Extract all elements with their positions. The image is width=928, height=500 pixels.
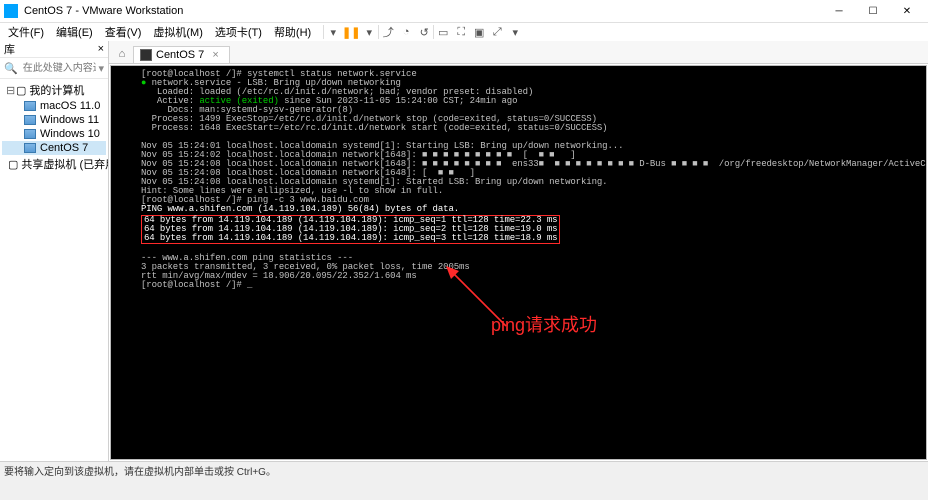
tree-item[interactable]: Windows 10 <box>2 127 106 141</box>
tab-centos[interactable]: CentOS 7 × <box>133 46 230 63</box>
tab-row: ⌂ CentOS 7 × <box>109 41 928 64</box>
menu-file[interactable]: 文件(F) <box>2 24 50 40</box>
power-dropdown-icon[interactable]: ▾ <box>324 23 342 41</box>
menubar: 文件(F) 编辑(E) 查看(V) 虚拟机(M) 选项卡(T) 帮助(H) ▾ … <box>0 23 928 41</box>
close-button[interactable]: ✕ <box>890 1 924 21</box>
titlebar: CentOS 7 - VMware Workstation ─ ☐ ✕ <box>0 0 928 23</box>
main-area: ⌂ CentOS 7 × [root@localhost /]# systemc… <box>109 41 928 461</box>
vm-tab-icon <box>140 49 152 61</box>
sidebar-search: 🔍 ▾ <box>0 58 108 79</box>
sidebar-header: 库 × <box>0 41 108 58</box>
console-icon[interactable]: ▣ <box>470 23 488 41</box>
status-bar: 要将输入定向到该虚拟机，请在虚拟机内部单击或按 Ctrl+G。 <box>0 461 928 478</box>
terminal[interactable]: [root@localhost /]# systemctl status net… <box>111 66 926 459</box>
menu-tabs[interactable]: 选项卡(T) <box>209 24 268 40</box>
search-input[interactable] <box>21 60 99 76</box>
revert-icon[interactable]: ↺ <box>415 23 433 41</box>
search-icon: 🔍 <box>4 62 18 75</box>
vm-icon <box>24 143 36 153</box>
vm-icon <box>24 101 36 111</box>
sidebar: 库 × 🔍 ▾ ⊟▢我的计算机 macOS 11.0 Windows 11 Wi… <box>0 41 109 461</box>
tree-shared[interactable]: ▢共享虚拟机 (已弃用) <box>2 155 106 173</box>
stretch-icon[interactable]: ⤢ <box>488 23 506 41</box>
menu-help[interactable]: 帮助(H) <box>268 24 317 40</box>
snapshot-icon[interactable]: ◔ <box>397 23 415 41</box>
shared-icon: ▢ <box>8 158 18 171</box>
sidebar-title: 库 <box>4 41 15 57</box>
tab-close-icon[interactable]: × <box>212 49 218 61</box>
folder-icon: ▢ <box>16 84 26 97</box>
annotation-text: ping请求成功 <box>491 311 597 337</box>
maximize-button[interactable]: ☐ <box>856 1 890 21</box>
home-tab-icon[interactable]: ⌂ <box>113 45 131 63</box>
tree-root[interactable]: ⊟▢我的计算机 <box>2 81 106 99</box>
sidebar-close-icon[interactable]: × <box>98 43 104 55</box>
power-menu-icon[interactable]: ▾ <box>360 23 378 41</box>
pause-icon[interactable]: ❚❚ <box>342 23 360 41</box>
tree-item[interactable]: macOS 11.0 <box>2 99 106 113</box>
vm-tree: ⊟▢我的计算机 macOS 11.0 Windows 11 Windows 10… <box>0 79 108 461</box>
vm-icon <box>24 115 36 125</box>
status-text: 要将输入定向到该虚拟机，请在虚拟机内部单击或按 Ctrl+G。 <box>4 463 276 478</box>
menu-view[interactable]: 查看(V) <box>99 24 148 40</box>
tree-item[interactable]: Windows 11 <box>2 113 106 127</box>
tab-label: CentOS 7 <box>156 49 204 61</box>
send-button-icon[interactable]: ⤴ <box>379 23 397 41</box>
menu-edit[interactable]: 编辑(E) <box>50 24 99 40</box>
unity-icon[interactable]: ▭ <box>434 23 452 41</box>
fullscreen-icon[interactable]: ⛶ <box>452 23 470 41</box>
window-controls: ─ ☐ ✕ <box>822 1 924 21</box>
window-title: CentOS 7 - VMware Workstation <box>24 5 822 17</box>
vm-icon <box>24 129 36 139</box>
search-dropdown-icon[interactable]: ▾ <box>98 62 104 75</box>
tree-item-selected[interactable]: CentOS 7 <box>2 141 106 155</box>
toolbar-menu-icon[interactable]: ▾ <box>506 23 524 41</box>
minimize-button[interactable]: ─ <box>822 1 856 21</box>
menu-vm[interactable]: 虚拟机(M) <box>147 24 209 40</box>
vmware-icon <box>4 4 18 18</box>
